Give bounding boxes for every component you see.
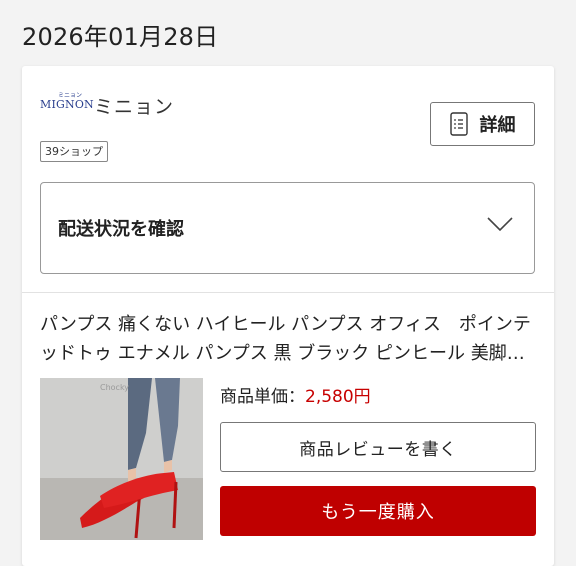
shop-badge: 39ショップ — [40, 141, 108, 162]
unit-price-value: 2,580円 — [305, 387, 371, 407]
document-list-icon — [449, 112, 468, 136]
detail-button-label: 詳細 — [479, 115, 516, 136]
shipping-status-label: 配送状況を確認 — [58, 219, 184, 240]
order-date: 2026年01月28日 — [22, 23, 219, 51]
shipping-status-toggle[interactable]: 配送状況を確認 — [40, 182, 535, 274]
shop-name[interactable]: ミニョン — [94, 92, 174, 119]
shop-logo[interactable]: ミニョン MIGNON — [40, 92, 94, 116]
buy-again-button[interactable]: もう一度購入 — [220, 486, 536, 536]
divider — [22, 292, 554, 293]
unit-price-label: 商品単価： — [220, 387, 305, 407]
shop-logo-text: MIGNON — [40, 98, 94, 111]
write-review-button[interactable]: 商品レビューを書く — [220, 422, 536, 472]
unit-price: 商品単価：2,580円 — [220, 382, 371, 407]
detail-button[interactable]: 詳細 — [430, 102, 535, 146]
product-title[interactable]: パンプス 痛くない ハイヒール パンプス オフィス ポインテッドトゥ エナメル … — [40, 310, 540, 368]
product-image[interactable]: Chocky — [40, 378, 203, 540]
chevron-down-icon — [486, 216, 514, 236]
image-watermark: Chocky — [100, 383, 129, 392]
order-card: ミニョン MIGNON ミニョン 39ショップ 詳細 配送状況を確認 パンプス — [22, 66, 554, 566]
